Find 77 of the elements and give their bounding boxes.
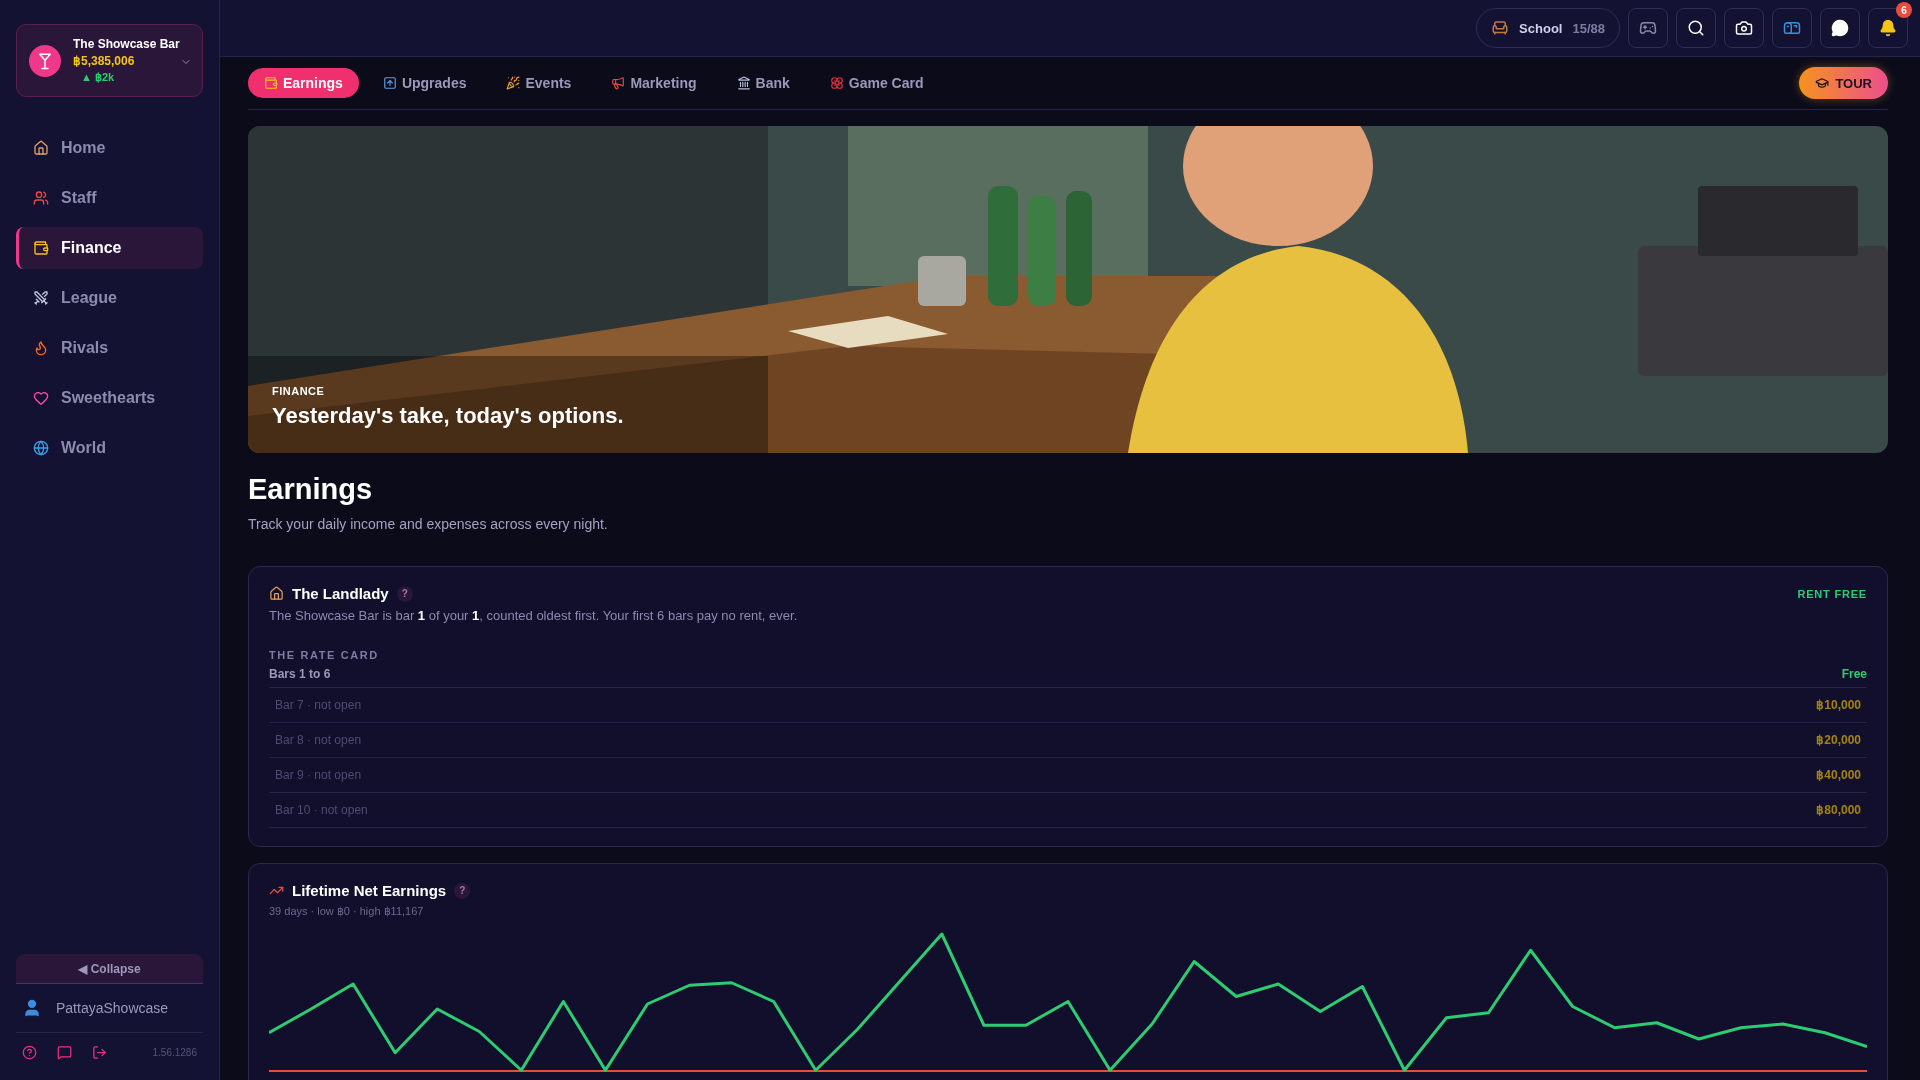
chat-button[interactable] bbox=[1820, 8, 1860, 48]
nav-icon bbox=[33, 240, 49, 256]
speech-bubble-icon bbox=[1831, 19, 1849, 37]
help-badge[interactable]: ? bbox=[396, 585, 413, 602]
nav-icon bbox=[33, 290, 49, 306]
page-subtitle: Track your daily income and expenses across every night. bbox=[248, 516, 609, 532]
page-title: Earnings bbox=[248, 473, 374, 506]
help-badge[interactable]: ? bbox=[454, 882, 471, 899]
capacity-count: 15/88 bbox=[1572, 20, 1605, 36]
landlady-description: The Showcase Bar is bar 1 of your 1, counted oldest first. Your first 6 bars pay no rent, ever. bbox=[269, 608, 799, 623]
card-title: The Landlady bbox=[292, 585, 389, 602]
rate-label: Bar 9 · not open bbox=[275, 768, 362, 782]
rate-card-heading: THE RATE CARD bbox=[269, 649, 380, 661]
tab[interactable]: Game Card bbox=[813, 68, 940, 98]
camera-button[interactable] bbox=[1724, 8, 1764, 48]
nav-item[interactable]: Staff bbox=[16, 177, 203, 219]
rate-price: ฿10,000 bbox=[1816, 698, 1861, 712]
hero-eyebrow: FINANCE bbox=[272, 385, 326, 397]
tab[interactable]: Earnings bbox=[248, 68, 359, 98]
cocktail-icon bbox=[29, 44, 61, 77]
nav-item[interactable]: Home bbox=[16, 127, 203, 169]
tab[interactable]: Marketing bbox=[595, 68, 713, 98]
rate-label: Bar 10 · not open bbox=[275, 803, 368, 817]
chair-icon bbox=[1491, 19, 1510, 37]
collapse-button[interactable]: ◀ Collapse bbox=[16, 954, 203, 984]
rate-label: Bar 7 · not open bbox=[275, 698, 362, 712]
rate-price: ฿40,000 bbox=[1816, 768, 1861, 782]
hero-headline: Yesterday's take, today's options. bbox=[272, 403, 624, 429]
bar-name: The Showcase Bar bbox=[73, 37, 180, 51]
notification-badge: 6 bbox=[1896, 2, 1912, 18]
gamepad-button[interactable] bbox=[1628, 8, 1668, 48]
camera-icon bbox=[1735, 19, 1753, 37]
wallet-icon bbox=[264, 76, 278, 90]
logout-icon[interactable] bbox=[92, 1045, 107, 1060]
rate-price: ฿80,000 bbox=[1816, 803, 1861, 817]
nav-item[interactable]: Sweethearts bbox=[16, 377, 203, 419]
tab[interactable]: Bank bbox=[720, 68, 806, 98]
flower-icon bbox=[829, 76, 844, 90]
chart-summary: 39 days · low ฿0 · high ฿11,167 bbox=[269, 905, 425, 918]
nav-item[interactable]: Rivals bbox=[16, 327, 203, 369]
tab[interactable]: Upgrades bbox=[366, 68, 483, 98]
tab[interactable]: Events bbox=[490, 68, 588, 98]
rate-label: Bars 1 to 6 bbox=[269, 667, 331, 681]
party-popper-icon bbox=[506, 76, 521, 90]
nav-item[interactable]: League bbox=[16, 277, 203, 319]
nav-item[interactable]: Finance bbox=[16, 227, 203, 269]
help-icon[interactable] bbox=[22, 1045, 37, 1060]
mailbox-button[interactable] bbox=[1772, 8, 1812, 48]
balance-change: ▲ ฿2k bbox=[80, 71, 116, 84]
nav-icon bbox=[33, 190, 49, 206]
user-icon bbox=[22, 998, 42, 1018]
nav-icon bbox=[33, 140, 49, 156]
location-label: School bbox=[1519, 20, 1563, 36]
megaphone-icon bbox=[611, 76, 626, 90]
bar-balance: ฿5,385,006 bbox=[73, 54, 136, 68]
username: PattayaShowcase bbox=[56, 1000, 169, 1016]
gamepad-icon bbox=[1639, 19, 1657, 37]
nav-icon bbox=[33, 340, 49, 356]
bell-icon bbox=[1879, 19, 1897, 37]
card-title: Lifetime Net Earnings bbox=[292, 882, 447, 899]
nav-item[interactable]: World bbox=[16, 427, 203, 469]
nav-icon bbox=[33, 440, 49, 456]
house-icon bbox=[269, 586, 284, 601]
rate-price: ฿20,000 bbox=[1816, 733, 1861, 747]
nav-icon bbox=[33, 390, 49, 406]
rate-price: Free bbox=[1841, 667, 1867, 681]
search-icon bbox=[1687, 19, 1705, 37]
chat-icon[interactable] bbox=[57, 1045, 72, 1060]
bar-switcher[interactable]: The Showcase Bar ฿5,385,006 ▲ ฿2k bbox=[16, 24, 203, 97]
arrow-up-icon bbox=[382, 76, 397, 90]
search-button[interactable] bbox=[1676, 8, 1716, 48]
rent-status: RENT FREE bbox=[1797, 587, 1867, 600]
tour-button[interactable]: TOUR bbox=[1799, 67, 1888, 99]
version-label: 1.56.1286 bbox=[152, 1047, 197, 1058]
rate-label: Bar 8 · not open bbox=[275, 733, 362, 747]
graduation-cap-icon bbox=[1815, 76, 1830, 90]
bank-icon bbox=[736, 76, 751, 90]
